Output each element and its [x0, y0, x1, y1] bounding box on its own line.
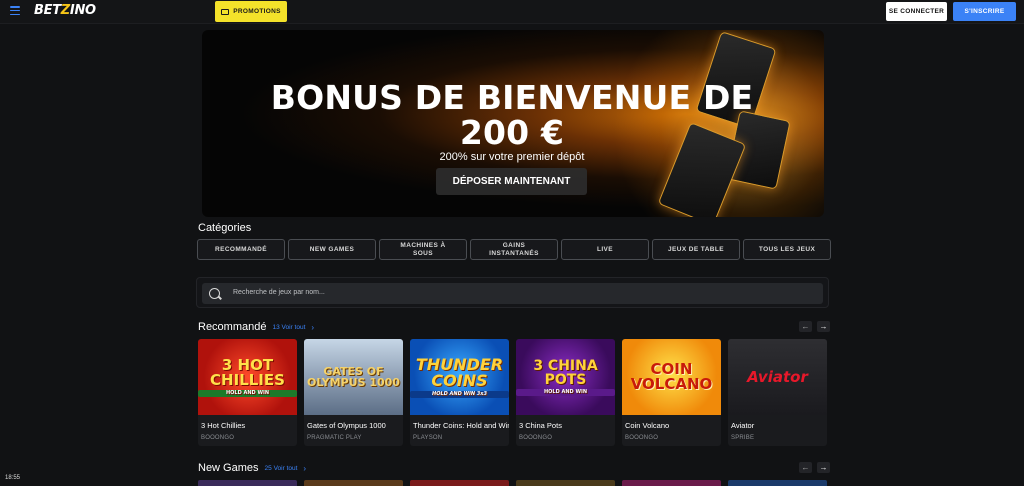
game-name: 3 China Pots — [519, 421, 562, 430]
game-thumbnail[interactable] — [198, 480, 297, 486]
category-tabs: RECOMMANDÉ NEW GAMES MACHINES À SOUS GAI… — [197, 239, 831, 260]
game-name: Thunder Coins: Hold and Win — [413, 421, 509, 430]
welcome-bonus-banner[interactable]: BONUS DE BIENVENUE DE 200 € 200% sur vot… — [202, 30, 824, 217]
new-games-carousel-arrows: ← → — [799, 462, 830, 473]
game-card[interactable]: GATES OF OLYMPUS 1000 Gates of Olympus 1… — [304, 339, 403, 446]
game-card[interactable]: COIN VOLCANO Coin Volcano BOOONGO — [622, 339, 721, 446]
new-games-header: New Games 25 Voir tout › — [198, 461, 306, 475]
game-thumbnail[interactable]: COIN VOLCANO — [622, 339, 721, 415]
game-thumbnail[interactable]: 3 CHINA POTS HOLD AND WIN — [516, 339, 615, 415]
signup-button[interactable]: S'INSCRIRE — [953, 2, 1016, 21]
game-thumbnail[interactable]: THUNDER COINS HOLD AND WIN 3x3 — [410, 339, 509, 415]
new-games-list — [198, 480, 827, 486]
game-provider: BOOONGO — [201, 435, 235, 441]
arrow-left-icon[interactable]: ← — [799, 321, 812, 332]
game-thumbnail[interactable] — [622, 480, 721, 486]
deposit-now-button[interactable]: DÉPOSER MAINTENANT — [436, 168, 587, 195]
categories-title: Catégories — [198, 222, 252, 234]
promotions-label: PROMOTIONS — [233, 8, 281, 15]
game-provider: BOOONGO — [519, 435, 553, 441]
category-table-games[interactable]: JEUX DE TABLE — [652, 239, 740, 260]
promotions-button[interactable]: PROMOTIONS — [215, 1, 287, 22]
game-thumbnail[interactable] — [410, 480, 509, 486]
game-thumbnail[interactable] — [304, 480, 403, 486]
category-all-games[interactable]: TOUS LES JEUX — [743, 239, 831, 260]
game-name: 3 Hot Chillies — [201, 421, 246, 430]
recommended-carousel-arrows: ← → — [799, 321, 830, 332]
category-live[interactable]: LIVE — [561, 239, 649, 260]
gift-icon — [221, 8, 230, 15]
recommended-view-all-link[interactable]: 13 Voir tout — [272, 324, 305, 331]
chevron-right-icon[interactable]: › — [311, 323, 314, 332]
game-thumbnail[interactable]: Aviator — [728, 339, 827, 415]
search-container: Recherche de jeux par nom... — [196, 277, 829, 308]
game-thumbnail[interactable] — [516, 480, 615, 486]
arrow-right-icon[interactable]: → — [817, 321, 830, 332]
game-thumbnail[interactable] — [728, 480, 827, 486]
search-input[interactable]: Recherche de jeux par nom... — [202, 283, 823, 304]
game-name: Coin Volcano — [625, 421, 670, 430]
game-card[interactable]: THUNDER COINS HOLD AND WIN 3x3 Thunder Co… — [410, 339, 509, 446]
top-bar: BETZINO PROMOTIONS SE CONNECTER S'INSCRI… — [0, 0, 1024, 24]
search-placeholder: Recherche de jeux par nom... — [233, 289, 325, 296]
game-provider: SPRIBE — [731, 435, 755, 441]
clock-text: 18:55 — [5, 475, 21, 481]
hamburger-menu-icon[interactable] — [10, 6, 20, 15]
game-provider: PRAGMATIC PLAY — [307, 435, 362, 441]
banner-title: BONUS DE BIENVENUE DE 200 € — [270, 78, 754, 152]
game-thumbnail[interactable]: 3 HOT CHILLIES HOLD AND WIN — [198, 339, 297, 415]
category-recommended[interactable]: RECOMMANDÉ — [197, 239, 285, 260]
banner-subtitle: 200% sur votre premier dépôt — [439, 151, 585, 163]
game-card[interactable]: 3 HOT CHILLIES HOLD AND WIN 3 Hot Chillie… — [198, 339, 297, 446]
category-slots[interactable]: MACHINES À SOUS — [379, 239, 467, 260]
recommended-header: Recommandé 13 Voir tout › — [198, 320, 314, 334]
category-instant-wins[interactable]: GAINS INSTANTANÉS — [470, 239, 558, 260]
category-new-games[interactable]: NEW GAMES — [288, 239, 376, 260]
search-icon — [209, 288, 220, 299]
arrow-left-icon[interactable]: ← — [799, 462, 812, 473]
game-card[interactable]: Aviator Aviator SPRIBE — [728, 339, 827, 446]
arrow-right-icon[interactable]: → — [817, 462, 830, 473]
game-card[interactable]: 3 CHINA POTS HOLD AND WIN 3 China Pots BO… — [516, 339, 615, 446]
recommended-games-list: 3 HOT CHILLIES HOLD AND WIN 3 Hot Chillie… — [198, 339, 827, 446]
game-thumbnail[interactable]: GATES OF OLYMPUS 1000 — [304, 339, 403, 415]
new-games-title: New Games — [198, 462, 259, 474]
game-provider: PLAYSON — [413, 435, 443, 441]
recommended-title: Recommandé — [198, 321, 267, 333]
game-name: Gates of Olympus 1000 — [307, 421, 386, 430]
login-button[interactable]: SE CONNECTER — [886, 2, 947, 21]
new-games-view-all-link[interactable]: 25 Voir tout — [265, 465, 298, 472]
chevron-right-icon[interactable]: › — [303, 464, 306, 473]
game-name: Aviator — [731, 421, 755, 430]
betzino-logo[interactable]: BETZINO — [34, 3, 96, 18]
game-provider: BOOONGO — [625, 435, 659, 441]
